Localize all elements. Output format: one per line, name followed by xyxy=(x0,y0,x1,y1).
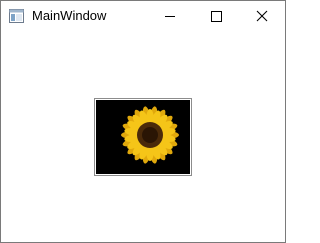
application-window-icon[interactable] xyxy=(9,9,24,23)
maximize-button[interactable] xyxy=(193,1,239,31)
close-icon xyxy=(256,10,268,22)
close-button[interactable] xyxy=(239,1,285,31)
sunflower-image xyxy=(96,100,190,174)
sunflower-center-dark xyxy=(142,127,158,143)
window-title: MainWindow xyxy=(32,8,107,23)
image-control xyxy=(94,98,192,176)
maximize-icon xyxy=(211,11,222,22)
minimize-button[interactable] xyxy=(147,1,193,31)
main-window: MainWindow xyxy=(0,0,286,243)
title-bar[interactable]: MainWindow xyxy=(1,1,285,31)
window-client-area xyxy=(1,31,285,242)
